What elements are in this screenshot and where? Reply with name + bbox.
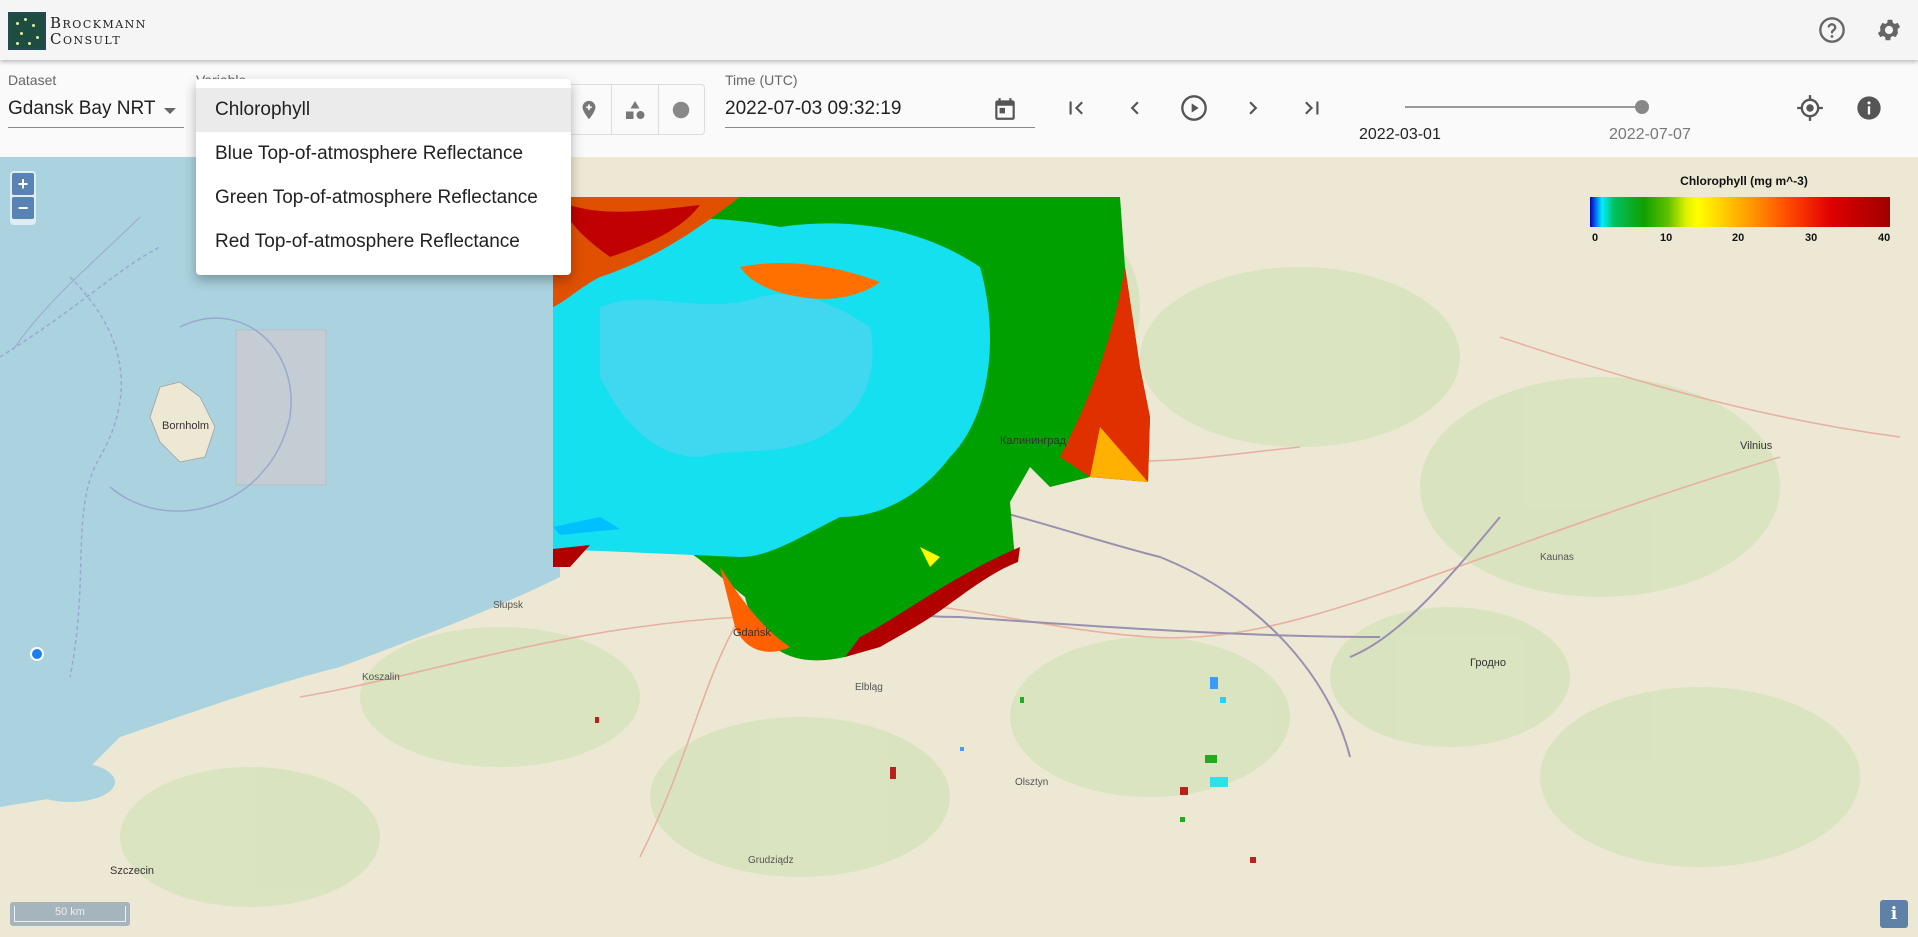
map-label: Gdańsk — [733, 627, 771, 639]
help-button[interactable] — [1817, 15, 1847, 45]
legend-colorbar — [1590, 197, 1890, 227]
zoom-control: + − — [10, 171, 36, 225]
first-step-button[interactable] — [1060, 92, 1092, 124]
calendar-button[interactable] — [989, 93, 1021, 125]
variable-option[interactable]: Blue Top-of-atmosphere Reflectance — [196, 132, 571, 176]
info-button[interactable] — [1853, 92, 1885, 124]
map-label: Koszalin — [362, 672, 400, 683]
map-label: Vilnius — [1740, 440, 1773, 452]
circle-icon — [673, 101, 690, 118]
add-circle-button[interactable] — [659, 85, 704, 134]
place-marker[interactable] — [30, 647, 44, 661]
dataset-chevron-down-icon — [164, 108, 176, 114]
add-point-button[interactable] — [566, 85, 613, 134]
time-slider-track[interactable] — [1405, 106, 1647, 108]
legend-title: Chlorophyll (mg m^-3) — [1680, 174, 1808, 188]
variable-option[interactable]: Chlorophyll — [196, 88, 571, 132]
last-step-button[interactable] — [1296, 92, 1328, 124]
settings-button[interactable] — [1874, 15, 1904, 45]
place-group-toolbar — [565, 84, 705, 135]
app-root: Brockmann Consult Dataset Gdansk Bay NRT… — [0, 0, 1918, 937]
map-label: Szczecin — [110, 865, 155, 877]
variable-option[interactable]: Green Top-of-atmosphere Reflectance — [196, 176, 571, 220]
map-label: Kaunas — [1540, 552, 1574, 563]
map-label: Olsztyn — [1015, 777, 1049, 788]
play-icon — [1181, 95, 1207, 121]
map-label: Grudziądz — [748, 855, 794, 866]
prev-icon — [1130, 101, 1139, 115]
prev-step-button[interactable] — [1119, 92, 1151, 124]
scale-label: 50 km — [14, 906, 126, 922]
info-icon — [1857, 96, 1881, 120]
play-button[interactable] — [1178, 92, 1210, 124]
map-label: Гродно — [1470, 657, 1506, 669]
dataset-select[interactable]: Gdansk Bay NRT — [8, 98, 155, 120]
legend-tick: 10 — [1660, 232, 1673, 244]
zoom-out-button[interactable]: − — [12, 197, 34, 219]
time-slider-thumb[interactable] — [1635, 100, 1650, 114]
locate-button[interactable] — [1794, 92, 1826, 124]
map-label: Bornholm — [162, 420, 210, 432]
logo-line-2: Consult — [50, 30, 122, 48]
legend-tick: 40 — [1878, 232, 1891, 244]
brand-logo: Brockmann Consult — [8, 11, 147, 51]
time-slider-end: 2022-07-07 — [1609, 126, 1691, 143]
map-label: Słupsk — [493, 600, 524, 611]
color-legend: Chlorophyll (mg m^-3) 0 10 20 30 40 — [1580, 174, 1908, 248]
time-slider-start: 2022-03-01 — [1359, 126, 1441, 143]
map-label: Калининград — [1000, 435, 1067, 447]
variable-menu: Chlorophyll Blue Top-of-atmosphere Refle… — [196, 79, 571, 275]
gear-icon — [1877, 19, 1901, 41]
dataset-underline — [8, 127, 184, 128]
map-label: Elbląg — [855, 682, 883, 693]
logo-mark-icon — [8, 12, 46, 50]
next-step-button[interactable] — [1237, 92, 1269, 124]
logo-line-1: Brockmann — [50, 14, 147, 32]
legend-tick: 20 — [1732, 232, 1745, 244]
skip-first-icon — [1069, 101, 1083, 115]
dataset-label: Dataset — [8, 72, 57, 88]
legend-tick: 0 — [1592, 232, 1599, 244]
skip-last-icon — [1305, 101, 1319, 115]
app-header: Brockmann Consult — [0, 0, 1918, 60]
scale-bar: 50 km — [10, 902, 130, 926]
place-icon — [582, 100, 596, 119]
add-polygon-button[interactable] — [612, 85, 659, 134]
legend-tick: 30 — [1805, 232, 1818, 244]
next-icon — [1249, 101, 1258, 115]
time-underline — [725, 127, 1035, 128]
time-input[interactable]: 2022-07-03 09:32:19 — [725, 98, 901, 120]
zoom-in-button[interactable]: + — [12, 173, 34, 195]
locate-icon — [1797, 95, 1823, 121]
help-circle-icon — [1819, 17, 1845, 43]
shapes-icon — [625, 100, 645, 119]
variable-option[interactable]: Red Top-of-atmosphere Reflectance — [196, 220, 571, 264]
attribution-button[interactable]: i — [1880, 900, 1908, 928]
time-label: Time (UTC) — [725, 72, 798, 88]
calendar-icon — [995, 98, 1015, 120]
